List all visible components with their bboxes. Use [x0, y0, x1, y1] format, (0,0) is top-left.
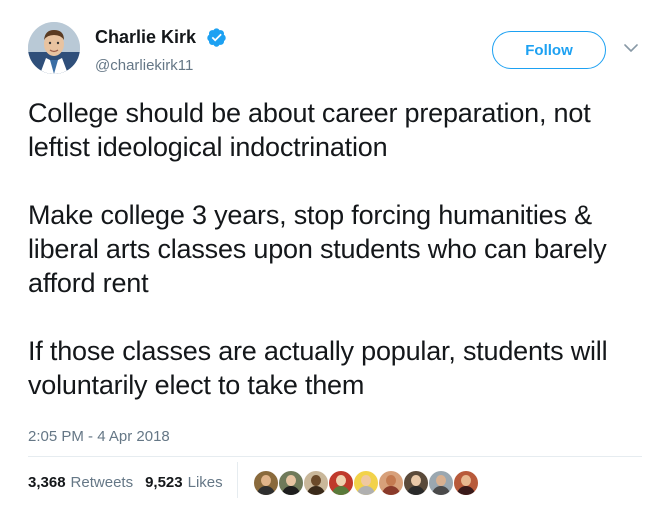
- chevron-down-icon[interactable]: [623, 42, 639, 54]
- liker-avatar[interactable]: [453, 470, 479, 496]
- liker-body: [332, 486, 350, 495]
- liker-face: [361, 475, 371, 486]
- stats-separator: [237, 462, 238, 498]
- tweet-paragraph: If those classes are actually popular, s…: [28, 336, 608, 400]
- liker-avatar[interactable]: [353, 470, 379, 496]
- liker-body: [257, 486, 275, 495]
- liker-face: [436, 475, 446, 486]
- liker-body: [357, 486, 375, 495]
- liker-avatars: [253, 470, 479, 496]
- user-handle[interactable]: @charliekirk11: [95, 57, 193, 74]
- liker-body: [282, 486, 300, 495]
- tweet-stats: 3,368 Retweets 9,523 Likes: [28, 474, 235, 491]
- liker-avatar[interactable]: [253, 470, 279, 496]
- liker-face: [311, 475, 321, 486]
- likes-count[interactable]: 9,523: [145, 474, 183, 491]
- display-name[interactable]: Charlie Kirk: [95, 27, 196, 48]
- retweets-label[interactable]: Retweets: [71, 474, 134, 491]
- tweet-text: College should be about career preparati…: [28, 96, 648, 436]
- liker-avatar[interactable]: [428, 470, 454, 496]
- liker-avatar[interactable]: [278, 470, 304, 496]
- liker-face: [411, 475, 421, 486]
- verified-badge-icon: [207, 28, 226, 47]
- liker-face: [461, 475, 471, 486]
- avatar[interactable]: [28, 22, 80, 74]
- liker-body: [457, 486, 475, 495]
- liker-face: [286, 475, 296, 486]
- liker-avatar[interactable]: [378, 470, 404, 496]
- liker-face: [386, 475, 396, 486]
- liker-avatar[interactable]: [328, 470, 354, 496]
- profile-photo-icon: [28, 22, 80, 74]
- tweet-paragraph: College should be about career preparati…: [28, 98, 591, 162]
- liker-avatar[interactable]: [303, 470, 329, 496]
- tweet-card: Charlie Kirk @charliekirk11 Follow Colle…: [0, 0, 668, 511]
- tweet-paragraph: Make college 3 years, stop forcing human…: [28, 200, 607, 298]
- liker-body: [307, 486, 325, 495]
- liker-body: [382, 486, 400, 495]
- retweets-count[interactable]: 3,368: [28, 474, 66, 491]
- liker-face: [336, 475, 346, 486]
- divider: [28, 456, 642, 457]
- liker-body: [432, 486, 450, 495]
- liker-body: [407, 486, 425, 495]
- follow-button[interactable]: Follow: [492, 31, 606, 69]
- likes-label[interactable]: Likes: [188, 474, 223, 491]
- liker-avatar[interactable]: [403, 470, 429, 496]
- tweet-timestamp[interactable]: 2:05 PM - 4 Apr 2018: [28, 428, 170, 445]
- liker-face: [261, 475, 271, 486]
